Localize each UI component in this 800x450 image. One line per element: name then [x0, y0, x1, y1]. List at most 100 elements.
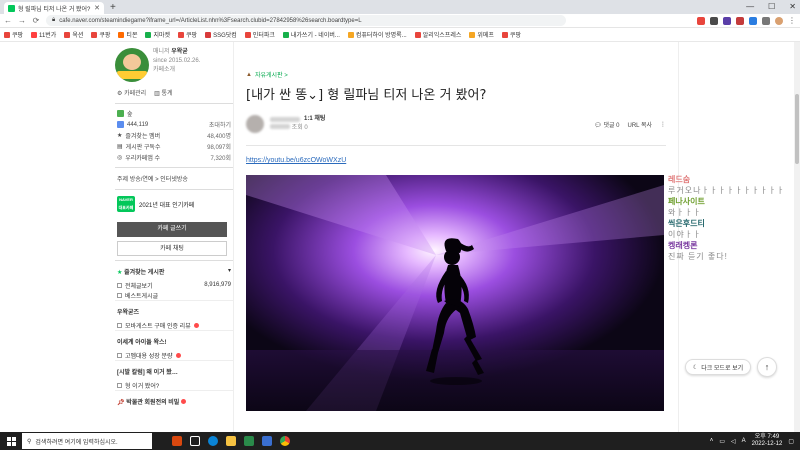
menu-group-title: 우왁굳즈: [115, 300, 233, 320]
cafe-since: since 2015.02.26.: [153, 58, 201, 64]
more-options-icon[interactable]: ⋮: [660, 121, 666, 128]
game-app-icon[interactable]: [172, 436, 182, 446]
cafe-stats: 숲 444,119 초대하기 ★ 즐겨찾는 멤버 48,400명 ▤ 게시판 구독수…: [115, 104, 233, 168]
bookmark-label: 인터파크: [252, 33, 275, 39]
menu-item-all-posts[interactable]: 전체글보기 8,916,979: [115, 280, 233, 290]
reload-icon[interactable]: ⟳: [32, 16, 40, 25]
chrome-icon[interactable]: [280, 436, 290, 446]
minimize-icon[interactable]: —: [746, 2, 754, 11]
bookmark[interactable]: SSG닷컴: [205, 30, 237, 39]
bookmark[interactable]: 인터파크: [244, 30, 275, 39]
bookmark[interactable]: 쿠팡: [501, 30, 521, 39]
browser-tab[interactable]: 형 릴파님 티저 나온 거 봤어? ✕: [4, 2, 104, 14]
stat-label: 우리카페앱 수: [125, 156, 161, 162]
menu-group-label: 박물관 회원전의 비밀: [126, 400, 180, 406]
extension-icon[interactable]: [723, 16, 731, 25]
close-window-icon[interactable]: ✕: [789, 2, 796, 11]
extension-icon[interactable]: [697, 16, 705, 25]
owner-name[interactable]: 우왁굳: [171, 49, 188, 55]
scroll-top-button[interactable]: ↑: [757, 357, 777, 377]
bookmark-icon: [91, 31, 98, 38]
edge-icon[interactable]: [208, 436, 218, 446]
bookmark-label: 쿠팡: [12, 33, 24, 39]
puzzle-icon[interactable]: [762, 16, 770, 25]
bookmark[interactable]: 위메프: [469, 30, 494, 39]
ime-icon[interactable]: A: [742, 438, 746, 444]
profile-avatar[interactable]: [775, 16, 783, 25]
windows-logo-icon: [6, 436, 16, 446]
fav-boards-header[interactable]: ★ 즐겨찾는 게시판 ▾: [115, 260, 233, 280]
close-tab-icon[interactable]: ✕: [94, 4, 100, 12]
chat-link[interactable]: 1:1 채팅: [304, 115, 325, 124]
taskbar-search-input[interactable]: ⚲ 검색하려면 여기에 입력하십시오.: [22, 433, 152, 449]
menu-item[interactable]: 고멤대용 성장 분량: [115, 350, 233, 360]
network-icon[interactable]: ▭: [719, 438, 725, 445]
app-icon[interactable]: [244, 436, 254, 446]
bookmark-icon: [31, 31, 38, 38]
author-avatar[interactable]: [246, 115, 264, 133]
menu-item[interactable]: 형 이거 봤어?: [115, 380, 233, 390]
task-view-icon[interactable]: [190, 436, 200, 446]
chat-username: 레드숨: [668, 175, 691, 184]
board-icon: [117, 322, 122, 328]
cafe-manage-link[interactable]: ⚙ 카페관리: [117, 88, 146, 97]
comments-button[interactable]: 💬︎ 댓글 0: [594, 120, 619, 129]
new-tab-button[interactable]: +: [110, 2, 116, 13]
bookmark[interactable]: 쿠팡: [4, 30, 23, 39]
extension-icon[interactable]: [710, 16, 718, 25]
app-icon[interactable]: [262, 436, 272, 446]
write-post-button[interactable]: 카페 글쓰기: [117, 222, 227, 237]
menu-item[interactable]: 모바게스트 구매 인증 리뷰: [115, 320, 233, 330]
board-breadcrumb[interactable]: ▲ 자유게시판 >: [246, 70, 666, 80]
dark-mode-button[interactable]: ☾ 다크 모드로 보기: [685, 359, 751, 375]
bookmark-label: 쿠팡: [186, 33, 198, 39]
extension-icon[interactable]: [749, 16, 757, 25]
cafe-chat-button[interactable]: 카페 채팅: [117, 241, 227, 256]
stats-link[interactable]: ▥ 통계: [154, 88, 172, 97]
bookmark-label: 쿠팡: [509, 33, 521, 39]
scrollbar-thumb[interactable]: [795, 94, 799, 164]
author-meta: 1:1 채팅 조회 0: [270, 115, 325, 133]
tab-title: 형 릴파님 티저 나온 거 봤어?: [18, 6, 91, 13]
menu-dots-icon[interactable]: ⋮: [788, 16, 796, 25]
extensions: ⋮: [697, 16, 796, 25]
author-name-blurred[interactable]: [270, 117, 300, 122]
chevron-down-icon: ▾: [227, 268, 231, 274]
windows-taskbar: ⚲ 검색하려면 여기에 입력하십시오. ˄ ▭ ◁ A 오후 7:49 2022…: [0, 432, 800, 450]
bookmark[interactable]: 쿠팡: [91, 30, 110, 39]
bookmark[interactable]: 11번가: [31, 30, 56, 39]
bookmark[interactable]: 옥션: [64, 30, 83, 39]
bookmark[interactable]: 알리익스프레스: [414, 30, 461, 39]
bookmark[interactable]: 지마켓: [145, 30, 170, 39]
menu-item-best[interactable]: 베스트게시글: [115, 290, 233, 300]
cafe-logo[interactable]: [115, 48, 149, 82]
logo-band: [117, 71, 147, 79]
invite-button[interactable]: 초대하기: [209, 120, 231, 129]
bookmark[interactable]: 내가쓰기 - 네이버...: [282, 30, 340, 39]
file-explorer-icon[interactable]: [226, 436, 236, 446]
start-button[interactable]: [0, 432, 22, 450]
youtube-link[interactable]: https://youtu.be/u6zcOWoWXzU: [246, 157, 666, 164]
maximize-icon[interactable]: ☐: [768, 2, 775, 11]
video-thumbnail: [246, 175, 664, 411]
back-icon[interactable]: ←: [4, 16, 12, 25]
forward-icon[interactable]: →: [18, 16, 26, 25]
tree-icon: [117, 110, 124, 117]
cafe-topic[interactable]: 주제 방송/연예 > 인터넷방송: [115, 168, 233, 190]
bookmark[interactable]: 컴퓨터하이 방명록...: [347, 30, 407, 39]
cafe-intro-link[interactable]: 카페소개: [153, 66, 200, 75]
stat-row: ▤ 게시판 구독수 98,097회: [117, 141, 231, 152]
bookmark-label: 위메프: [477, 33, 494, 39]
clock[interactable]: 오후 7:49 2022-12-12: [752, 434, 783, 448]
chevron-up-icon[interactable]: ˄: [710, 438, 714, 444]
volume-icon[interactable]: ◁: [731, 438, 736, 445]
extension-icon[interactable]: [736, 16, 744, 25]
stat-row: ★ 즐겨찾는 멤버 48,400명: [117, 130, 231, 141]
url-copy-button[interactable]: URL 복사: [628, 120, 653, 129]
page-scrollbar[interactable]: [794, 42, 800, 432]
url-input[interactable]: 🔒︎ cafe.naver.com/steamindiegame?iframe_…: [46, 15, 566, 26]
notification-icon[interactable]: ▢: [788, 438, 794, 445]
video-embed[interactable]: [246, 175, 664, 411]
bookmark[interactable]: 쿠팡: [178, 30, 197, 39]
bookmark[interactable]: 티몬: [118, 30, 137, 39]
